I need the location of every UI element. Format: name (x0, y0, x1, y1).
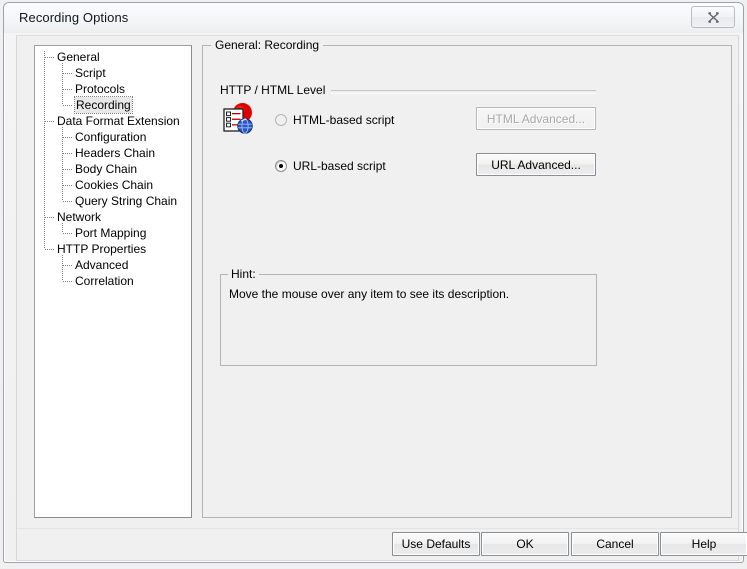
tree-item-label: Headers Chain (75, 146, 156, 160)
tree-connector (63, 89, 72, 90)
tree-item-protocols[interactable]: Protocols (35, 81, 191, 97)
radio-dot-icon (279, 164, 283, 168)
tree-item-http-properties[interactable]: HTTP Properties (35, 241, 191, 257)
radio-label: URL-based script (293, 159, 386, 173)
close-icon (692, 7, 734, 27)
tree-item-port-mapping[interactable]: Port Mapping (35, 225, 191, 241)
tree-connector (63, 137, 72, 138)
tree-item-data-format-extension[interactable]: Data Format Extension (35, 113, 191, 129)
tree-item-label: Advanced (75, 258, 129, 272)
tree-item-general[interactable]: General (35, 49, 191, 65)
tree-item-script[interactable]: Script (35, 65, 191, 81)
tree-item-label: Protocols (75, 82, 126, 96)
radio-indicator-icon (275, 160, 287, 172)
recording-options-dialog: Recording Options General Script Protocols… (0, 0, 747, 569)
tree-item-label: Script (75, 66, 106, 80)
close-button[interactable] (691, 6, 735, 28)
tree-item-query-string-chain[interactable]: Query String Chain (35, 193, 191, 209)
tree-connector (45, 217, 54, 218)
tree-connector (63, 73, 72, 74)
tree-item-network[interactable]: Network (35, 209, 191, 225)
recording-content-panel: General: Recording HTTP / HTML Level HTM… (202, 38, 732, 518)
http-html-level-label: HTTP / HTML Level (220, 83, 326, 97)
tree-item-label: Network (57, 210, 102, 224)
radio-indicator-icon (275, 114, 287, 126)
hint-group: Hint: Move the mouse over any item to se… (220, 267, 597, 366)
tree-connector (63, 265, 72, 266)
settings-tree: General Script Protocols Recording Data Form… (35, 46, 191, 288)
hint-text: Move the mouse over any item to see its … (229, 287, 510, 301)
tree-item-recording[interactable]: Recording (35, 96, 191, 114)
hint-legend: Hint: (228, 267, 259, 281)
tree-connector (63, 201, 72, 202)
content-panel-legend: General: Recording (211, 38, 324, 52)
group-separator (331, 90, 596, 94)
tree-connector (63, 185, 72, 186)
tree-connector (63, 153, 72, 154)
radio-label: HTML-based script (293, 113, 395, 127)
title-bar: Recording Options (4, 3, 743, 33)
tree-connector (63, 281, 72, 282)
tree-item-label: Query String Chain (75, 194, 178, 208)
help-button[interactable]: Help (660, 532, 747, 556)
window-title: Recording Options (19, 10, 129, 25)
tree-connector (45, 249, 54, 250)
tree-item-label: HTTP Properties (57, 242, 147, 256)
tree-item-label: Cookies Chain (75, 178, 154, 192)
tree-connector (63, 233, 72, 234)
html-protocol-icon (221, 102, 255, 136)
tree-item-label: General (57, 50, 100, 64)
tree-connector (63, 169, 72, 170)
tree-item-body-chain[interactable]: Body Chain (35, 161, 191, 177)
tree-item-label: Body Chain (75, 162, 138, 176)
footer-separator (17, 528, 738, 529)
tree-item-configuration[interactable]: Configuration (35, 129, 191, 145)
html-advanced-button: HTML Advanced... (476, 107, 596, 130)
tree-item-label: Port Mapping (75, 226, 147, 240)
use-defaults-button[interactable]: Use Defaults (392, 532, 480, 556)
tree-item-label: Configuration (75, 130, 147, 144)
close-x-icon (707, 11, 719, 23)
url-advanced-button[interactable]: URL Advanced... (476, 153, 596, 176)
tree-connector (45, 57, 54, 58)
tree-item-correlation[interactable]: Correlation (35, 273, 191, 289)
tree-connector (63, 105, 72, 106)
cancel-button[interactable]: Cancel (571, 532, 659, 556)
dialog-client-area: General Script Protocols Recording Data Form… (16, 35, 747, 561)
tree-item-label: Recording (74, 96, 133, 114)
settings-tree-panel[interactable]: General Script Protocols Recording Data Form… (34, 45, 192, 518)
ok-button[interactable]: OK (481, 532, 569, 556)
tree-connector (45, 121, 54, 122)
tree-item-label: Correlation (75, 274, 134, 288)
tree-item-advanced[interactable]: Advanced (35, 257, 191, 273)
tree-item-label: Data Format Extension (57, 114, 180, 128)
tree-item-cookies-chain[interactable]: Cookies Chain (35, 177, 191, 193)
tree-item-headers-chain[interactable]: Headers Chain (35, 145, 191, 161)
window-frame: Recording Options General Script Protocols… (3, 2, 747, 563)
